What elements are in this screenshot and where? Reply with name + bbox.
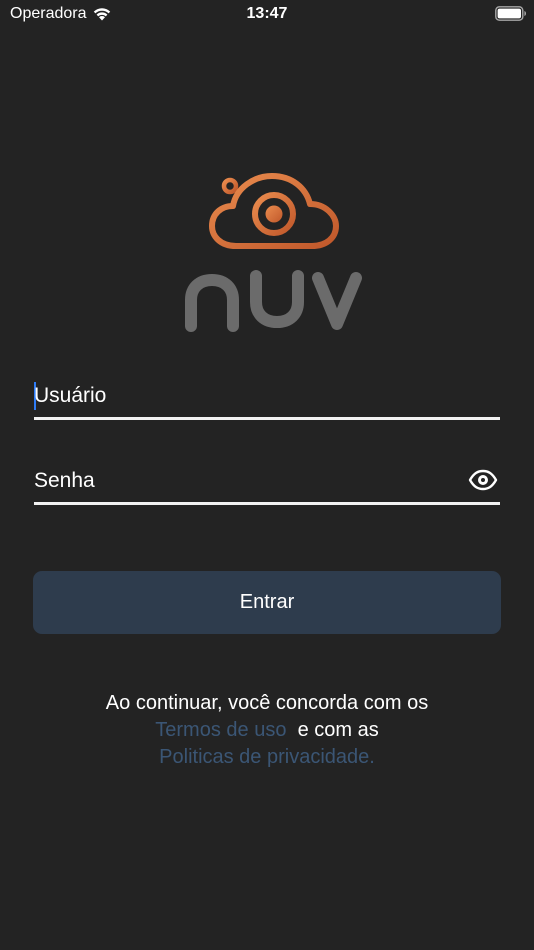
- battery-icon: [495, 6, 526, 21]
- cloud-camera-logo-icon: [209, 173, 339, 249]
- username-underline: [34, 417, 500, 420]
- password-underline: [34, 502, 500, 505]
- username-field-container: [34, 370, 500, 420]
- privacy-policy-link[interactable]: Politicas de privacidade.: [159, 746, 375, 768]
- terms-line-2: Termos de uso e com as: [0, 717, 534, 744]
- terms-line-1: Ao continuar, você concorda com os: [105, 692, 429, 714]
- login-button[interactable]: Entrar: [33, 571, 501, 634]
- status-time: 13:47: [246, 5, 288, 22]
- terms-of-use-link[interactable]: Termos de uso: [155, 719, 286, 741]
- nuv-wordmark-logo: [185, 270, 362, 332]
- terms-notice: Ao continuar, você concorda com os Termo…: [0, 690, 534, 771]
- password-field-container: [34, 455, 500, 505]
- password-input[interactable]: [34, 463, 454, 499]
- eye-icon[interactable]: [468, 469, 498, 491]
- status-bar: Operadora 13:47: [0, 0, 534, 30]
- terms-connector-text: e com as: [297, 719, 379, 741]
- username-input[interactable]: [34, 378, 454, 414]
